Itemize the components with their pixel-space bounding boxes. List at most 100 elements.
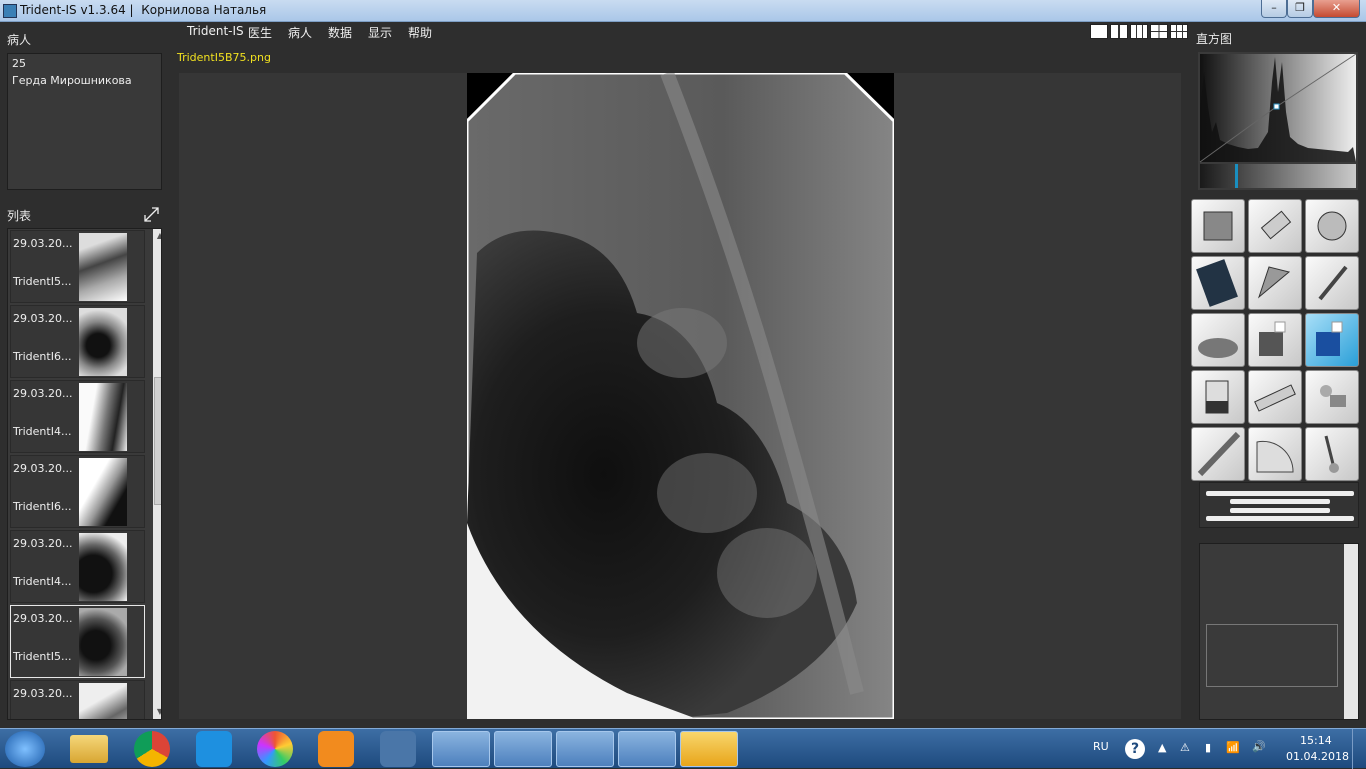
minimize-button[interactable]: – <box>1261 0 1287 18</box>
histogram-chart[interactable] <box>1198 52 1358 190</box>
patient-name: Герда Мирошникова <box>12 74 132 87</box>
medical-app-icon[interactable] <box>432 731 490 767</box>
list-item[interactable]: 29.03.20... TridentI4... <box>10 530 145 603</box>
odnoklassniki-icon[interactable] <box>318 731 354 767</box>
item-file: TridentI4... <box>13 575 72 588</box>
zoom-lens-tool-icon[interactable] <box>1305 199 1359 253</box>
window-title: Trident-IS v1.3.64 | Корнилова Наталья <box>20 3 267 17</box>
layout-1-button[interactable] <box>1090 24 1108 39</box>
signal-icon[interactable]: 📶 <box>1226 741 1240 754</box>
shapes-tool-icon[interactable] <box>1305 370 1359 424</box>
trident-app-icon[interactable] <box>494 731 552 767</box>
layout-3-button[interactable] <box>1130 24 1148 39</box>
network-icon[interactable]: ⚠ <box>1180 741 1190 754</box>
item-date: 29.03.20... <box>13 237 73 250</box>
brush-tool-icon[interactable] <box>1305 256 1359 310</box>
show-desktop-button[interactable] <box>1352 729 1366 769</box>
menu-trident[interactable]: Trident-IS <box>187 24 244 38</box>
item-file: TridentI5... <box>13 275 72 288</box>
xray-thumbnail <box>79 608 127 676</box>
item-date: 29.03.20... <box>13 537 73 550</box>
explorer-icon[interactable] <box>70 735 108 763</box>
fan-tool-icon[interactable] <box>1248 256 1302 310</box>
3d-model-tool-icon[interactable] <box>1191 313 1245 367</box>
taskbar: RU ? ▲ ⚠ ▮ 📶 🔊 15:14 01.04.2018 <box>0 728 1366 769</box>
cube-blue-tool-icon[interactable] <box>1305 313 1359 367</box>
item-date: 29.03.20... <box>13 312 73 325</box>
start-button[interactable] <box>5 731 45 767</box>
layout-2-button[interactable] <box>1110 24 1128 39</box>
patient-header: 病人 <box>7 33 32 47</box>
scroll-up-arrow[interactable]: ▲ <box>153 229 161 243</box>
menu-help[interactable]: 帮助 <box>408 24 432 41</box>
item-date: 29.03.20... <box>13 387 73 400</box>
volume-icon[interactable]: 🔊 <box>1252 740 1266 753</box>
list-item-selected[interactable]: 29.03.20... TridentI5... <box>10 605 145 678</box>
menu-patient[interactable]: 病人 <box>288 24 312 41</box>
scroll-down-arrow[interactable]: ▼ <box>153 705 161 719</box>
xray-thumbnail <box>79 533 127 601</box>
clock-date[interactable]: 01.04.2018 <box>1286 750 1349 763</box>
title-bar: Trident-IS v1.3.64 | Корнилова Наталья –… <box>0 0 1366 22</box>
expand-icon[interactable] <box>143 206 160 223</box>
list-item[interactable]: 29.03.20... TridentI4... <box>10 380 145 453</box>
item-file: TridentI5... <box>13 650 72 663</box>
mail-icon[interactable] <box>196 731 232 767</box>
app-icon <box>3 4 17 18</box>
cube-tool-icon[interactable] <box>1248 313 1302 367</box>
layout-6-button[interactable] <box>1170 24 1188 39</box>
flashlight-tool-icon[interactable] <box>1248 370 1302 424</box>
menu-doctor[interactable]: 医生 <box>248 24 272 41</box>
list-item[interactable]: 29.03.20... TridentI5... <box>10 230 145 303</box>
language-indicator[interactable]: RU <box>1093 740 1109 753</box>
scroll-thumb[interactable] <box>154 377 161 505</box>
eraser-tool-icon[interactable] <box>1248 199 1302 253</box>
item-date: 29.03.20... <box>13 462 73 475</box>
image-list: 29.03.20... TridentI5... 29.03.20... Tri… <box>7 228 162 720</box>
list-item[interactable]: 29.03.20... TridentI6... <box>10 455 145 528</box>
protractor-tool-icon[interactable] <box>1248 427 1302 481</box>
list-scrollbar[interactable]: ▲ ▼ <box>153 229 161 719</box>
xray-thumbnail <box>79 458 127 526</box>
implant-tool-icon[interactable] <box>1305 427 1359 481</box>
battery-icon[interactable]: ▮ <box>1205 741 1211 754</box>
close-button[interactable]: ✕ <box>1313 0 1360 18</box>
item-file: TridentI4... <box>13 425 72 438</box>
list-item[interactable]: 29.03.20... <box>10 680 145 719</box>
cylinder-tool-icon[interactable] <box>1191 370 1245 424</box>
item-file: TridentI6... <box>13 500 72 513</box>
menu-data[interactable]: 数据 <box>328 24 352 41</box>
maximize-button[interactable]: ❐ <box>1287 0 1313 18</box>
image-file-name: TridentI5B75.png <box>177 51 271 64</box>
patient-info[interactable]: 25 Герда Мирошникова <box>7 53 162 190</box>
colorful-app-icon[interactable] <box>257 731 293 767</box>
list-header: 列表 <box>7 209 32 223</box>
help-icon[interactable]: ? <box>1125 739 1145 759</box>
preview-scrollbar[interactable] <box>1344 544 1358 719</box>
documents-icon[interactable] <box>618 731 676 767</box>
xray-thumbnail <box>79 233 127 301</box>
calculator-icon[interactable] <box>680 731 738 767</box>
patient-id: 25 <box>12 57 26 70</box>
vk-icon[interactable] <box>380 731 416 767</box>
crop-tool-icon[interactable] <box>1191 199 1245 253</box>
xray-thumbnail <box>79 683 127 719</box>
menu-display[interactable]: 显示 <box>368 24 392 41</box>
xray-thumbnail <box>79 383 127 451</box>
xray-thumbnail <box>79 308 127 376</box>
ruler-tool-icon[interactable] <box>1191 427 1245 481</box>
teeth-icon <box>1206 491 1354 521</box>
trident-app-2-icon[interactable] <box>556 731 614 767</box>
item-date: 29.03.20... <box>13 612 73 625</box>
preview-panel <box>1199 543 1359 720</box>
clock-time[interactable]: 15:14 <box>1300 734 1332 747</box>
item-date: 29.03.20... <box>13 687 73 700</box>
xray-image[interactable] <box>467 73 894 719</box>
tray-expand-icon[interactable]: ▲ <box>1158 741 1166 754</box>
dental-chart[interactable] <box>1199 482 1359 528</box>
list-item[interactable]: 29.03.20... TridentI6... <box>10 305 145 378</box>
histogram-header: 直方图 <box>1196 32 1233 46</box>
chrome-icon[interactable] <box>134 731 170 767</box>
layout-4-button[interactable] <box>1150 24 1168 39</box>
film-strip-tool-icon[interactable] <box>1191 256 1245 310</box>
